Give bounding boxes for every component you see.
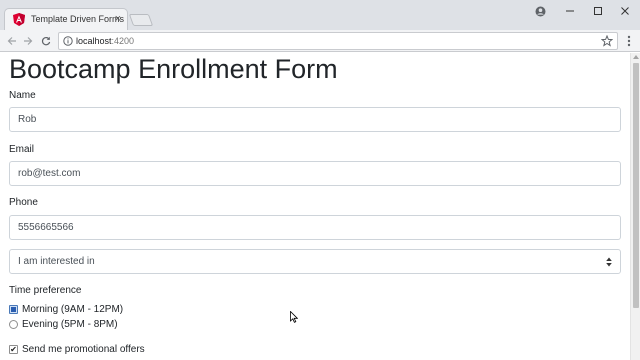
morning-label: Morning (9AM - 12PM) bbox=[22, 304, 124, 315]
time-preference-label: Time preference bbox=[9, 285, 82, 296]
phone-input[interactable]: 5556665566 bbox=[9, 215, 621, 240]
scroll-thumb[interactable] bbox=[633, 63, 639, 308]
minimize-icon[interactable] bbox=[555, 0, 585, 22]
back-icon[interactable] bbox=[4, 33, 20, 49]
phone-value: 5556665566 bbox=[18, 222, 74, 233]
reload-icon[interactable] bbox=[38, 33, 54, 49]
star-icon[interactable] bbox=[601, 35, 613, 47]
evening-radio[interactable] bbox=[9, 320, 18, 329]
angular-favicon-icon bbox=[13, 13, 25, 26]
info-icon[interactable] bbox=[63, 36, 73, 46]
page-viewport: Bootcamp Enrollment Form Name Rob Email … bbox=[0, 53, 630, 360]
promo-label: Send me promotional offers bbox=[22, 344, 145, 355]
evening-label: Evening (5PM - 8PM) bbox=[22, 319, 118, 330]
phone-label: Phone bbox=[9, 197, 38, 208]
url-text: localhost:4200 bbox=[76, 36, 134, 46]
page-title: Bootcamp Enrollment Form bbox=[9, 54, 338, 84]
tab-title: Template Driven Forms bbox=[31, 14, 125, 24]
email-label: Email bbox=[9, 144, 35, 155]
time-option-evening[interactable]: Evening (5PM - 8PM) bbox=[9, 318, 118, 331]
maximize-icon[interactable] bbox=[583, 0, 613, 22]
scroll-up-icon[interactable] bbox=[633, 55, 639, 59]
address-bar[interactable]: localhost:4200 bbox=[58, 32, 618, 50]
name-input[interactable]: Rob bbox=[9, 107, 621, 132]
tab-close-icon[interactable]: × bbox=[115, 12, 121, 26]
morning-radio[interactable] bbox=[9, 305, 18, 314]
topic-select[interactable]: I am interested in bbox=[9, 249, 621, 274]
url-host: localhost bbox=[76, 36, 112, 46]
name-label: Name bbox=[9, 90, 36, 101]
topic-select-value: I am interested in bbox=[18, 256, 95, 267]
url-port: :4200 bbox=[111, 36, 135, 46]
page-scrollbar[interactable] bbox=[630, 53, 640, 360]
browser-toolbar: localhost:4200 bbox=[0, 30, 640, 52]
email-value: rob@test.com bbox=[18, 168, 81, 179]
forward-icon[interactable] bbox=[20, 33, 36, 49]
promo-checkbox[interactable]: ✔ bbox=[9, 345, 18, 354]
account-icon[interactable] bbox=[525, 0, 555, 22]
time-option-morning[interactable]: Morning (9AM - 12PM) bbox=[9, 303, 123, 316]
close-icon[interactable] bbox=[610, 0, 640, 22]
select-arrows-icon bbox=[606, 257, 612, 267]
browser-titlebar: Template Driven Forms × bbox=[0, 0, 640, 30]
new-tab-button[interactable] bbox=[128, 14, 154, 26]
promo-option[interactable]: ✔ Send me promotional offers bbox=[9, 343, 145, 356]
email-input[interactable]: rob@test.com bbox=[9, 161, 621, 186]
browser-tab[interactable]: Template Driven Forms × bbox=[4, 8, 128, 30]
name-value: Rob bbox=[18, 114, 37, 125]
mouse-cursor-icon bbox=[290, 311, 298, 323]
menu-icon[interactable] bbox=[624, 33, 634, 49]
